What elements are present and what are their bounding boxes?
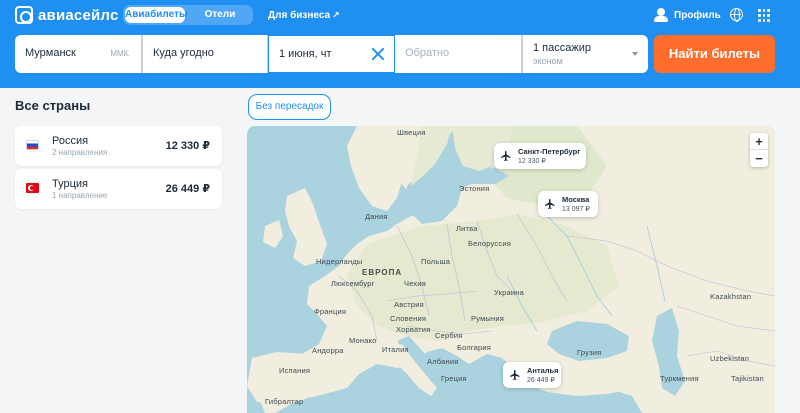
map-label-tajikistan: Tajikistan <box>731 374 764 383</box>
map-label-poland: Польша <box>421 257 451 266</box>
map-label-czech: Чехия <box>404 279 427 288</box>
profile-button[interactable]: Профиль <box>654 5 721 25</box>
chevron-down-icon <box>632 52 638 56</box>
search-form: Мурманск MMK Куда угодно 1 июня, чт Обра… <box>15 35 648 73</box>
logo[interactable]: авиасейлс <box>15 6 119 24</box>
zoom-out-button[interactable]: − <box>750 150 768 167</box>
country-price: 12 330 ₽ <box>165 140 210 152</box>
cabin-class-value: эконом <box>533 56 563 66</box>
country-name: Россия <box>52 135 89 147</box>
destination-field[interactable]: Куда угодно <box>142 35 268 73</box>
map-label-serbia: Сербия <box>435 331 463 340</box>
map-label-europe: ЕВРОПА <box>362 268 403 277</box>
map-label-georgia: Грузия <box>577 348 602 357</box>
close-icon[interactable] <box>371 47 385 61</box>
depart-date-field[interactable]: 1 июня, чт <box>268 35 395 73</box>
business-link[interactable]: Для бизнеса ↗ <box>268 5 340 25</box>
country-directions: 2 направления <box>52 148 108 157</box>
airplane-icon <box>501 151 511 161</box>
map-label-turkmenistan: Туркмения <box>660 374 699 383</box>
russia-flag-icon <box>26 140 39 150</box>
map-pin-antalya[interactable]: Анталья 26 449 ₽ <box>503 362 561 388</box>
country-directions: 1 направление <box>52 191 108 200</box>
map-label-uzbekistan: Uzbekistan <box>710 354 750 363</box>
map-label-luxembourg: Люксембург <box>331 279 375 288</box>
map-label-belarus: Белоруссия <box>468 239 511 248</box>
pin-city: Санкт-Петербург <box>518 147 581 156</box>
map-label-croatia: Хорватия <box>396 325 431 334</box>
pin-city: Москва <box>562 195 590 204</box>
pin-price: 26 449 ₽ <box>527 377 555 384</box>
map-label-romania: Румыния <box>471 314 505 323</box>
return-date-field[interactable]: Обратно <box>395 35 522 73</box>
origin-field[interactable]: Мурманск MMK <box>15 35 142 73</box>
map-label-lithuania: Литва <box>456 224 478 233</box>
map-label-spain: Испания <box>279 366 311 375</box>
map-label-france: Франция <box>314 307 347 316</box>
map-label-italy: Италия <box>382 345 409 354</box>
map-label-monaco: Монако <box>349 336 377 345</box>
search-button[interactable]: Найти билеты <box>654 35 775 73</box>
origin-code: MMK <box>110 49 129 58</box>
passengers-field[interactable]: 1 пассажир эконом <box>522 35 648 73</box>
map-label-estonia: Эстония <box>459 184 490 193</box>
countries-title: Все страны <box>15 98 91 113</box>
user-icon <box>654 8 668 22</box>
apps-grid-icon[interactable] <box>758 9 770 22</box>
country-price: 26 449 ₽ <box>165 183 210 195</box>
map-label-andorra: Андорра <box>312 346 344 355</box>
map-pin-spb[interactable]: Санкт-Петербург 12 330 ₽ <box>494 143 586 169</box>
zoom-in-button[interactable]: + <box>750 133 768 150</box>
map-pin-moscow[interactable]: Москва 13 097 ₽ <box>538 191 598 217</box>
destinations-map[interactable]: Швеция Эстония Дания Литва Белоруссия Ни… <box>247 126 775 413</box>
business-link-label: Для бизнеса <box>268 10 331 21</box>
map-label-gibraltar: Гибралтар <box>265 397 304 406</box>
logo-icon <box>15 6 33 24</box>
tab-hotels[interactable]: Отели <box>190 5 250 25</box>
product-switcher: Авиабилеты Отели <box>123 5 253 25</box>
destination-value: Куда угодно <box>153 47 214 59</box>
map-label-denmark: Дания <box>365 212 388 221</box>
nonstop-filter-chip[interactable]: Без пересадок <box>248 94 331 120</box>
country-card-turkey[interactable]: Турция 1 направление 26 449 ₽ <box>15 169 222 209</box>
map-label-austria: Австрия <box>394 300 424 309</box>
profile-label: Профиль <box>674 9 721 21</box>
origin-value: Мурманск <box>25 47 76 59</box>
map-label-ukraine: Украина <box>494 288 524 297</box>
return-date-placeholder: Обратно <box>405 47 450 59</box>
map-label-greece: Греция <box>441 374 467 383</box>
airplane-icon <box>545 199 555 209</box>
depart-date-value: 1 июня, чт <box>279 48 332 60</box>
map-label-netherlands: Нидерланды <box>316 257 363 266</box>
country-name: Турция <box>52 178 88 190</box>
map-label-bulgaria: Болгария <box>457 343 492 352</box>
top-bar: авиасейлс Авиабилеты Отели Для бизнеса ↗ … <box>0 0 800 88</box>
airplane-icon <box>510 370 520 380</box>
map-label-kazakhstan: Kazakhstan <box>710 292 752 301</box>
globe-icon[interactable] <box>730 8 743 22</box>
pin-city: Анталья <box>527 366 559 375</box>
map-zoom-control: + − <box>750 133 768 167</box>
turkey-flag-icon <box>26 183 39 193</box>
map-label-slovenia: Словения <box>390 314 427 323</box>
external-arrow-icon: ↗ <box>332 10 340 20</box>
map-label-albania: Албания <box>427 357 459 366</box>
tab-flights[interactable]: Авиабилеты <box>125 7 188 23</box>
pin-price: 13 097 ₽ <box>562 206 590 213</box>
logo-text: авиасейлс <box>38 6 119 24</box>
passengers-value: 1 пассажир <box>533 42 591 54</box>
map-label-sweden: Швеция <box>397 128 426 137</box>
country-card-russia[interactable]: Россия 2 направления 12 330 ₽ <box>15 126 222 166</box>
pin-price: 12 330 ₽ <box>518 158 546 165</box>
